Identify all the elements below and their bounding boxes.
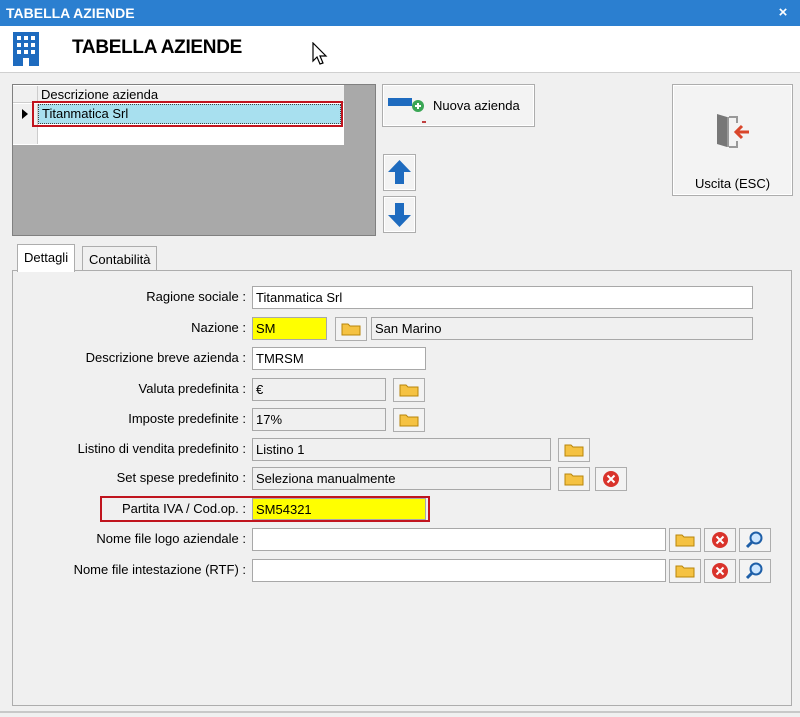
clear-icon [603,471,619,487]
folder-icon [564,444,584,457]
exit-button[interactable]: Uscita (ESC) [672,84,793,196]
imposte-field: 17% [252,408,386,431]
magnifier-icon [745,531,763,549]
clear-icon [712,563,728,579]
arrow-up-icon [388,160,411,184]
magnifier-icon [745,562,763,580]
folder-icon [399,414,419,427]
partita-iva-field[interactable]: SM54321 [252,498,426,520]
set-spese-browse-button[interactable] [558,467,590,491]
folder-icon [675,565,695,578]
row-header [13,124,38,144]
file-logo-field[interactable] [252,528,666,551]
nazione-code-field[interactable]: SM [252,317,327,340]
partita-iva-label: Partita IVA / Cod.op. : [121,501,246,516]
window-titlebar: TABELLA AZIENDE [0,0,800,26]
file-logo-view-button[interactable] [739,528,771,552]
folder-icon [341,323,361,336]
file-logo-clear-button[interactable] [704,528,736,552]
listino-browse-button[interactable] [558,438,590,462]
add-company-icon [386,94,428,124]
exit-label: Uscita (ESC) [694,176,771,191]
mouse-cursor-icon [312,41,330,66]
imposte-label: Imposte predefinite : [128,411,246,426]
set-spese-field: Seleziona manualmente [252,467,551,490]
arrow-down-icon [388,203,411,227]
folder-icon [675,534,695,547]
new-company-button[interactable]: Nuova azienda [382,84,535,127]
file-intestazione-browse-button[interactable] [669,559,701,583]
new-company-label: Nuova azienda [433,98,520,113]
ragione-sociale-label: Ragione sociale : [146,289,246,304]
window-title: TABELLA AZIENDE [6,5,135,21]
building-icon [10,30,42,68]
file-intestazione-view-button[interactable] [739,559,771,583]
valuta-label: Valuta predefinita : [138,381,246,396]
folder-icon [399,384,419,397]
file-logo-label: Nome file logo aziendale : [96,531,246,546]
descr-breve-field[interactable]: TMRSM [252,347,426,370]
window-bottom-border [0,711,800,713]
folder-icon [564,473,584,486]
file-intestazione-label: Nome file intestazione (RTF) : [73,562,246,577]
nazione-name-field: San Marino [371,317,753,340]
valuta-browse-button[interactable] [393,378,425,402]
file-logo-browse-button[interactable] [669,528,701,552]
ragione-sociale-field[interactable]: Titanmatica Srl [252,286,753,309]
exit-door-icon [713,111,753,151]
imposte-browse-button[interactable] [393,408,425,432]
nazione-label: Nazione : [191,320,246,335]
close-button[interactable]: × [774,0,792,26]
descr-breve-label: Descrizione breve azienda : [85,350,246,365]
page-title: TABELLA AZIENDE [72,37,243,58]
listino-field: Listino 1 [252,438,551,461]
set-spese-label: Set spese predefinito : [116,470,246,485]
tab-dettagli[interactable]: Dettagli [17,244,76,272]
file-intestazione-clear-button[interactable] [704,559,736,583]
annotation-box [32,101,343,127]
set-spese-clear-button[interactable] [595,467,627,491]
file-intestazione-field[interactable] [252,559,666,582]
clear-icon [712,532,728,548]
listino-label: Listino di vendita predefinito : [77,441,246,456]
tab-contabilita[interactable]: Contabilità [82,246,158,271]
valuta-field: € [252,378,386,401]
nazione-browse-button[interactable] [335,317,367,341]
move-up-button[interactable] [383,154,416,191]
move-down-button[interactable] [383,196,416,233]
